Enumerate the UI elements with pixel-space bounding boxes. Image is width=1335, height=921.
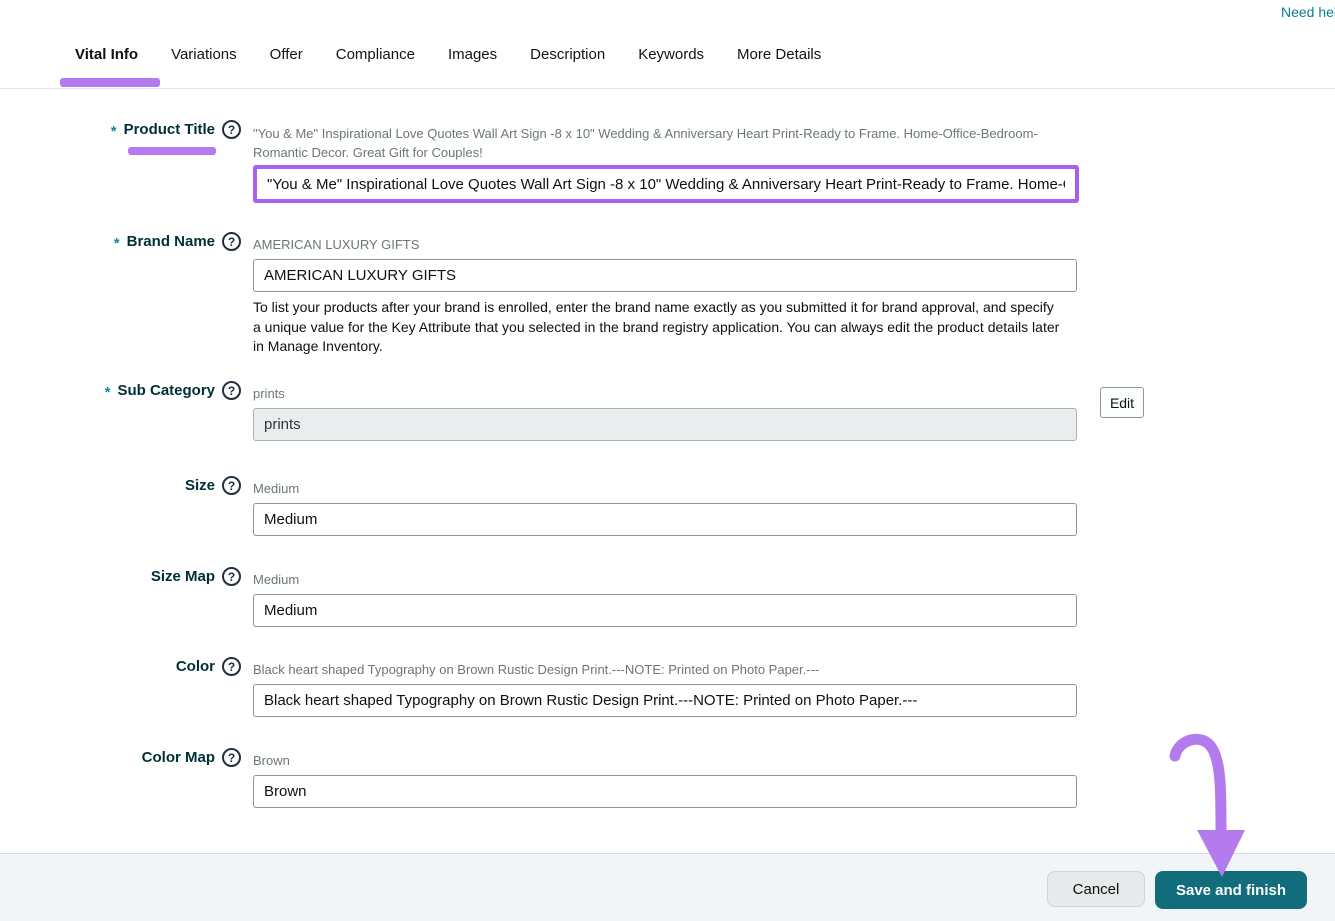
help-icon[interactable]: ? [222, 476, 241, 495]
help-icon[interactable]: ? [222, 567, 241, 586]
color-map-label: Color Map [142, 749, 215, 766]
size-map-helper: Medium [253, 571, 1077, 589]
tab-description[interactable]: Description [530, 46, 605, 63]
brand-name-label: Brand Name [127, 233, 215, 250]
tab-vital-info[interactable]: Vital Info [75, 46, 138, 63]
help-icon[interactable]: ? [222, 232, 241, 251]
brand-name-note: To list your products after your brand i… [253, 298, 1065, 357]
product-title-helper: "You & Me" Inspirational Love Quotes Wal… [253, 124, 1077, 162]
sub-category-input [253, 408, 1077, 441]
edit-button[interactable]: Edit [1100, 387, 1144, 418]
brand-name-helper: AMERICAN LUXURY GIFTS [253, 236, 1077, 254]
help-icon[interactable]: ? [222, 381, 241, 400]
help-icon[interactable]: ? [222, 120, 241, 139]
product-title-input[interactable] [257, 169, 1075, 199]
color-helper: Black heart shaped Typography on Brown R… [253, 661, 1077, 679]
need-help-link[interactable]: Need help? [1281, 4, 1335, 20]
sub-category-label: Sub Category [117, 382, 215, 399]
size-input[interactable] [253, 503, 1077, 536]
sub-category-helper: prints [253, 385, 1077, 403]
help-icon[interactable]: ? [222, 657, 241, 676]
color-label: Color [176, 658, 215, 675]
product-title-input-highlight [253, 165, 1079, 203]
size-helper: Medium [253, 480, 1077, 498]
color-map-input[interactable] [253, 775, 1077, 808]
save-and-finish-button[interactable]: Save and finish [1155, 871, 1307, 909]
size-map-input[interactable] [253, 594, 1077, 627]
required-asterisk: * [105, 384, 111, 401]
tab-list: Vital Info Variations Offer Compliance I… [75, 46, 821, 63]
active-tab-highlight [60, 78, 160, 87]
color-map-helper: Brown [253, 752, 1077, 770]
product-title-label-highlight [128, 147, 216, 155]
tab-compliance[interactable]: Compliance [336, 46, 415, 63]
cancel-button[interactable]: Cancel [1047, 871, 1145, 907]
tab-bar: Need help? Vital Info Variations Offer C… [0, 0, 1335, 89]
size-label: Size [185, 477, 215, 494]
tab-keywords[interactable]: Keywords [638, 46, 704, 63]
product-title-label: Product Title [124, 121, 215, 138]
size-map-label: Size Map [151, 568, 215, 585]
tab-variations[interactable]: Variations [171, 46, 237, 63]
tab-more-details[interactable]: More Details [737, 46, 821, 63]
help-icon[interactable]: ? [222, 748, 241, 767]
tab-images[interactable]: Images [448, 46, 497, 63]
footer-bar: Cancel Save and finish [0, 853, 1335, 921]
required-asterisk: * [111, 123, 117, 140]
required-asterisk: * [114, 235, 120, 252]
color-input[interactable] [253, 684, 1077, 717]
brand-name-input[interactable] [253, 259, 1077, 292]
tab-offer[interactable]: Offer [270, 46, 303, 63]
